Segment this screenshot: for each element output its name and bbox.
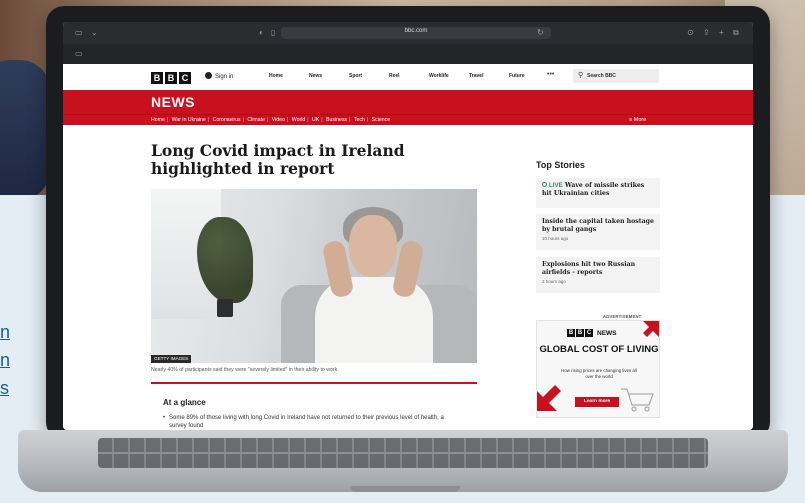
news-title[interactable]: NEWS <box>151 94 195 110</box>
learn-more-button[interactable]: Learn more <box>575 397 619 407</box>
live-icon <box>542 182 547 187</box>
logo-letter: C <box>179 72 191 84</box>
bbc-top-nav: B B C Sign in Home News Sport Reel Workl… <box>63 64 753 90</box>
download-icon[interactable]: ⊙ <box>687 28 694 37</box>
logo-letter: C <box>585 329 593 337</box>
side-link[interactable]: n <box>0 318 14 346</box>
ad-bbc-news-logo: B B C NEWS <box>567 329 617 337</box>
photo-plant-pot <box>217 299 233 317</box>
article-hero-image: GETTY IMAGES <box>151 189 477 363</box>
browser-tab-strip: ▭ <box>63 44 753 64</box>
laptop-screen: ▭ ⌄ ◐ ▯ bbc.com ↻ ⊙ ⇪ + ⧉ ▭ B B C Sign i… <box>63 22 753 430</box>
at-a-glance-heading: At a glance <box>163 398 206 407</box>
subnav-item-home[interactable]: Home <box>151 117 165 123</box>
subnav-item-science[interactable]: Science <box>372 117 390 123</box>
logo-letter: B <box>576 329 584 337</box>
logo-letter: B <box>165 72 177 84</box>
article-headline: Long Covid impact in Ireland highlighted… <box>151 141 405 178</box>
section-divider <box>151 382 477 384</box>
subnav-item-world[interactable]: World <box>292 117 305 123</box>
reload-icon[interactable]: ↻ <box>537 28 544 37</box>
ad-subtext: How rising prices are changing lives all… <box>561 368 637 379</box>
page-icon[interactable]: ▯ <box>271 28 275 37</box>
subnav-item-climate[interactable]: Climate <box>247 117 265 123</box>
keyboard-row-divider <box>98 452 708 454</box>
browser-toolbar: ▭ ⌄ ◐ ▯ bbc.com ↻ ⊙ ⇪ + ⧉ <box>63 22 753 44</box>
share-icon[interactable]: ⇪ <box>703 28 710 37</box>
sign-in-link[interactable]: Sign in <box>205 72 233 80</box>
nav-item-travel[interactable]: Travel <box>469 73 509 79</box>
subnav-item-tech[interactable]: Tech <box>354 117 365 123</box>
live-badge: LIVE <box>549 182 563 189</box>
nav-item-home[interactable]: Home <box>269 73 309 79</box>
photo-woman-head <box>349 215 397 277</box>
top-story-item[interactable]: Inside the capital taken hostage by brut… <box>536 214 660 250</box>
search-icon: ⚲ <box>578 72 584 79</box>
advertisement-label: ADVERTISEMENT <box>603 314 642 319</box>
side-link[interactable]: n <box>0 346 14 374</box>
url-text: bbc.com <box>404 28 428 34</box>
subnav-item-business[interactable]: Business <box>326 117 347 123</box>
subnav-item-coronavirus[interactable]: Coronavirus <box>213 117 241 123</box>
sub-nav-items: Home | War in Ukraine | Coronavirus | Clima… <box>151 117 391 123</box>
advertisement-banner[interactable]: B B C NEWS GLOBAL COST OF LIVING How ris… <box>536 320 660 418</box>
nav-item-sport[interactable]: Sport <box>349 73 389 79</box>
ad-headline: GLOBAL COST OF LIVING <box>539 344 659 355</box>
user-icon <box>205 72 212 79</box>
news-banner: NEWS <box>63 90 753 114</box>
arrow-icon <box>643 321 659 337</box>
story-timestamp: 10 hours ago <box>542 236 569 241</box>
subnav-item-war-in-ukraine[interactable]: War in Ukraine <box>172 117 206 123</box>
image-credit: GETTY IMAGES <box>151 355 192 363</box>
shopping-cart-icon <box>621 388 654 412</box>
subnav-more-button[interactable]: ≡ More <box>629 117 646 123</box>
image-caption: Nearly 40% of participants said they wer… <box>151 367 338 373</box>
nav-item-reel[interactable]: Reel <box>389 73 429 79</box>
top-nav-items: Home News Sport Reel Worklife Travel Fut… <box>269 73 549 79</box>
ad-brand: NEWS <box>597 329 617 337</box>
story-title: LIVE Wave of missile strikes hit Ukraini… <box>542 182 654 197</box>
more-menu-button[interactable]: ••• <box>547 71 554 78</box>
laptop-lip <box>350 486 460 492</box>
top-story-item[interactable]: LIVE Wave of missile strikes hit Ukraini… <box>536 178 660 208</box>
arrow-icon <box>537 385 561 411</box>
chevron-down-icon[interactable]: ⌄ <box>91 28 98 37</box>
nav-item-news[interactable]: News <box>309 73 349 79</box>
glance-bullet: Some 89% of those living with long Covid… <box>163 414 459 430</box>
top-story-item[interactable]: Explosions hit two Russian airfields - r… <box>536 257 660 293</box>
side-link[interactable]: s <box>0 374 14 402</box>
story-title: Inside the capital taken hostage by brut… <box>542 218 654 233</box>
nav-item-worklife[interactable]: Worklife <box>429 73 469 79</box>
logo-letter: B <box>151 72 163 84</box>
subnav-item-uk[interactable]: UK <box>312 117 319 123</box>
tabs-overview-icon[interactable]: ⧉ <box>733 28 739 38</box>
subnav-item-video[interactable]: Video <box>272 117 285 123</box>
logo-letter: B <box>567 329 575 337</box>
web-page: B B C Sign in Home News Sport Reel Workl… <box>63 64 753 430</box>
story-title: Explosions hit two Russian airfields - r… <box>542 261 636 276</box>
new-tab-icon[interactable]: + <box>719 28 724 37</box>
sidebar-toggle-icon[interactable]: ▭ <box>75 28 83 37</box>
sign-in-label: Sign in <box>215 74 234 80</box>
bbc-logo[interactable]: B B C <box>151 72 191 84</box>
background-person <box>0 60 50 200</box>
top-stories-heading: Top Stories <box>536 160 585 170</box>
tab-icon[interactable]: ▭ <box>75 49 83 58</box>
search-input[interactable]: ⚲ Search BBC <box>573 69 659 83</box>
nav-item-future[interactable]: Future <box>509 73 549 79</box>
address-bar[interactable]: bbc.com <box>281 27 551 39</box>
story-timestamp: 2 hours ago <box>542 279 566 284</box>
shield-icon: ◐ <box>259 28 264 37</box>
news-sub-nav: Home | War in Ukraine | Coronavirus | Clima… <box>63 114 753 125</box>
search-placeholder: Search BBC <box>587 73 616 79</box>
side-links: n n s <box>0 318 14 402</box>
